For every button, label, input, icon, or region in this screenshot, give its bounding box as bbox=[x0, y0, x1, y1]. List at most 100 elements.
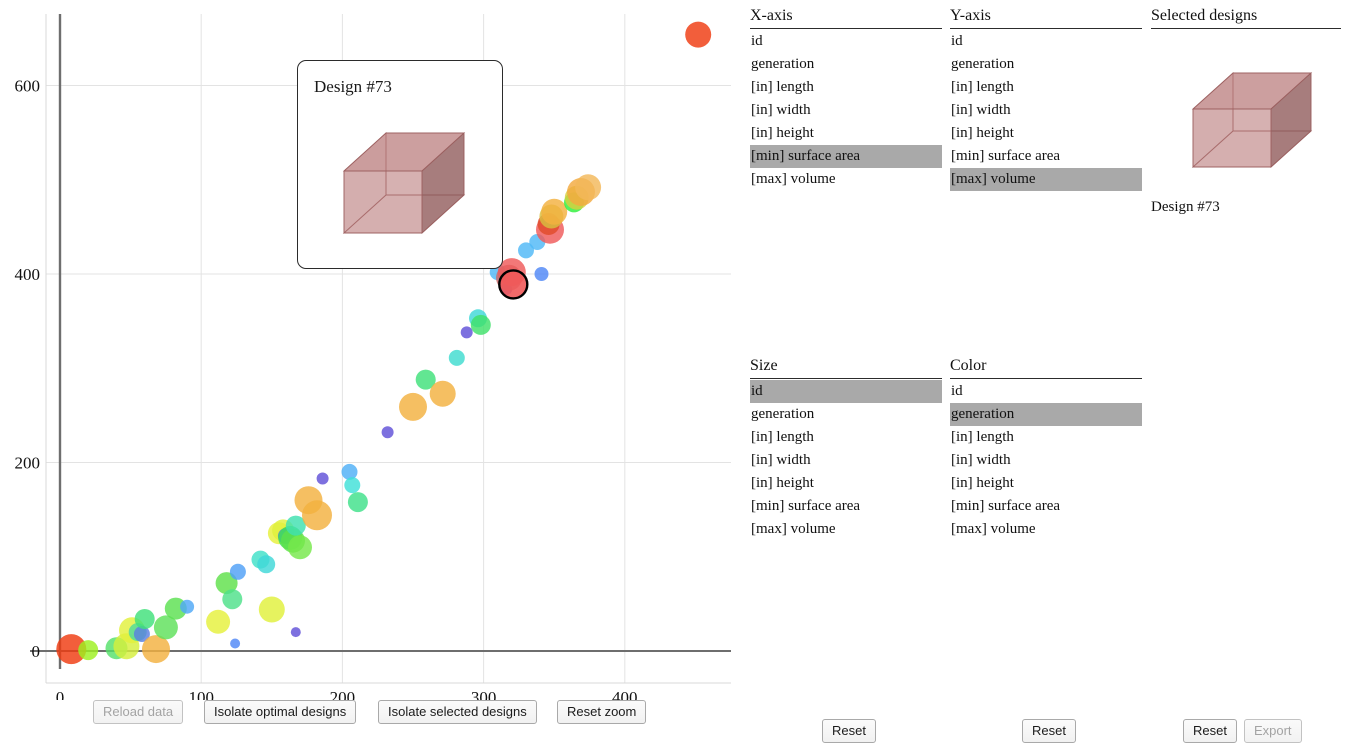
x-tick-label: 300 bbox=[471, 688, 497, 700]
y-tick-label: 0 bbox=[32, 642, 41, 661]
scatter-point[interactable] bbox=[230, 638, 241, 649]
x-axis-item-4[interactable]: [in] height bbox=[750, 122, 942, 145]
x-tick-label: 200 bbox=[330, 688, 356, 700]
scatter-point[interactable] bbox=[429, 380, 456, 407]
scatter-point[interactable] bbox=[258, 596, 285, 623]
scatter-plot-panel[interactable]: 0 100 200 300 400 0 200 400 600 Design #73 Reloa… bbox=[0, 0, 740, 724]
scatter-point[interactable] bbox=[347, 492, 368, 513]
x-axis-item-2[interactable]: [in] length bbox=[750, 76, 942, 99]
size-item-4[interactable]: [in] height bbox=[750, 472, 942, 495]
color-item-0[interactable]: id bbox=[950, 380, 1142, 403]
selected-reset-button[interactable]: Reset bbox=[1183, 719, 1237, 743]
size-button-row: Reset bbox=[822, 719, 876, 743]
x-axis-list-items[interactable]: id generation [in] length [in] width [in] he… bbox=[750, 30, 942, 191]
reset-zoom-button[interactable]: Reset zoom bbox=[557, 700, 647, 724]
color-item-4[interactable]: [in] height bbox=[950, 472, 1142, 495]
x-axis-item-5[interactable]: [min] surface area bbox=[750, 145, 942, 168]
isolate-selected-designs-button[interactable]: Isolate selected designs bbox=[378, 700, 537, 724]
y-tick-label: 600 bbox=[15, 77, 41, 96]
scatter-point[interactable] bbox=[257, 555, 276, 574]
color-variable-list[interactable]: Color id generation [in] length [in] width[… bbox=[950, 356, 1142, 541]
selected-export-button[interactable]: Export bbox=[1243, 719, 1302, 743]
size-item-3[interactable]: [in] width bbox=[750, 449, 942, 472]
selected-designs-button-row: Reset Export bbox=[1183, 719, 1302, 743]
size-variable-list[interactable]: Size id generation [in] length [in] width [i… bbox=[750, 356, 942, 541]
scatter-point[interactable] bbox=[134, 609, 155, 629]
color-button-row: Reset bbox=[1022, 719, 1076, 743]
size-item-5[interactable]: [min] surface area bbox=[750, 495, 942, 518]
scatter-point[interactable] bbox=[180, 599, 195, 614]
x-axis-item-1[interactable]: generation bbox=[750, 53, 942, 76]
y-axis-list-rule bbox=[950, 28, 1142, 29]
size-list-title: Size bbox=[750, 357, 778, 374]
x-axis-variable-list[interactable]: X-axis id generation [in] length [in] width… bbox=[750, 6, 942, 191]
scatter-point[interactable] bbox=[302, 500, 332, 531]
x-tick-label: 400 bbox=[612, 688, 638, 700]
color-reset-button[interactable]: Reset bbox=[1022, 719, 1076, 743]
scatter-point[interactable] bbox=[575, 174, 602, 201]
y-tick-label: 400 bbox=[15, 265, 41, 284]
x-axis-list-rule bbox=[750, 28, 942, 29]
x-axis-item-3[interactable]: [in] width bbox=[750, 99, 942, 122]
size-list-items[interactable]: id generation [in] length [in] width [in] he… bbox=[750, 380, 942, 541]
scatter-point[interactable] bbox=[399, 392, 427, 421]
color-item-5[interactable]: [min] surface area bbox=[950, 495, 1142, 518]
color-list-items[interactable]: id generation [in] length [in] width [in] he… bbox=[950, 380, 1142, 541]
y-axis-list-items[interactable]: id generation [in] length [in] width [in] he… bbox=[950, 30, 1142, 191]
y-axis-item-3[interactable]: [in] width bbox=[950, 99, 1142, 122]
scatter-point[interactable] bbox=[288, 535, 312, 560]
y-axis-item-4[interactable]: [in] height bbox=[950, 122, 1142, 145]
scatter-point[interactable] bbox=[448, 349, 465, 366]
scatter-point[interactable] bbox=[316, 472, 329, 485]
y-axis-item-2[interactable]: [in] length bbox=[950, 76, 1142, 99]
size-item-6[interactable]: [max] volume bbox=[750, 518, 942, 541]
color-list-title: Color bbox=[950, 357, 987, 374]
scatter-point[interactable] bbox=[534, 267, 549, 281]
reload-data-button[interactable]: Reload data bbox=[93, 700, 184, 724]
scatter-point[interactable] bbox=[685, 21, 712, 48]
color-item-6[interactable]: [max] volume bbox=[950, 518, 1142, 541]
size-item-1[interactable]: generation bbox=[750, 403, 942, 426]
color-list-rule bbox=[950, 378, 1142, 379]
y-axis-item-6[interactable]: [max] volume bbox=[950, 168, 1142, 191]
color-item-2[interactable]: [in] length bbox=[950, 426, 1142, 449]
tooltip-title: Design #73 bbox=[314, 77, 392, 96]
x-axis-item-0[interactable]: id bbox=[750, 30, 942, 53]
scatter-point[interactable] bbox=[470, 314, 491, 335]
scatter-point[interactable] bbox=[206, 609, 231, 634]
size-reset-button[interactable]: Reset bbox=[822, 719, 876, 743]
design-3d-box-preview bbox=[342, 131, 466, 235]
visual-explorer-app: 0 100 200 300 400 0 200 400 600 Design #73 Reloa… bbox=[0, 0, 1350, 754]
selected-design-caption: Design #73 bbox=[1151, 199, 1220, 215]
size-item-2[interactable]: [in] length bbox=[750, 426, 942, 449]
y-axis-variable-list[interactable]: Y-axis id generation [in] length [in] width… bbox=[950, 6, 1142, 191]
selected-design-3d-box bbox=[1191, 71, 1313, 169]
y-tick-label: 200 bbox=[15, 454, 41, 473]
x-axis-list-title: X-axis bbox=[750, 7, 793, 24]
size-list-rule bbox=[750, 378, 942, 379]
scatter-point[interactable] bbox=[344, 477, 361, 494]
scatter-point[interactable] bbox=[460, 326, 473, 339]
scatter-point-selected[interactable] bbox=[498, 269, 529, 300]
isolate-optimal-designs-button[interactable]: Isolate optimal designs bbox=[204, 700, 357, 724]
scatter-point[interactable] bbox=[78, 640, 99, 661]
selected-designs-rule bbox=[1151, 28, 1341, 29]
y-axis-item-1[interactable]: generation bbox=[950, 53, 1142, 76]
color-item-3[interactable]: [in] width bbox=[950, 449, 1142, 472]
y-axis-item-5[interactable]: [min] surface area bbox=[950, 145, 1142, 168]
design-tooltip-card: Design #73 bbox=[297, 60, 503, 269]
scatter-point[interactable] bbox=[222, 589, 243, 610]
color-item-1[interactable]: generation bbox=[950, 403, 1142, 426]
scatter-point[interactable] bbox=[541, 198, 568, 225]
scatter-point[interactable] bbox=[290, 627, 301, 638]
scatter-point[interactable] bbox=[229, 563, 246, 580]
box-face-front bbox=[1192, 108, 1272, 168]
selected-design-thumbnail[interactable] bbox=[1151, 59, 1341, 189]
y-axis-item-0[interactable]: id bbox=[950, 30, 1142, 53]
box-face-front bbox=[343, 170, 423, 234]
x-axis-item-6[interactable]: [max] volume bbox=[750, 168, 942, 191]
scatter-point[interactable] bbox=[381, 426, 394, 439]
x-tick-label: 100 bbox=[188, 688, 214, 700]
size-item-0[interactable]: id bbox=[750, 380, 942, 403]
scatter-point[interactable] bbox=[341, 463, 358, 480]
